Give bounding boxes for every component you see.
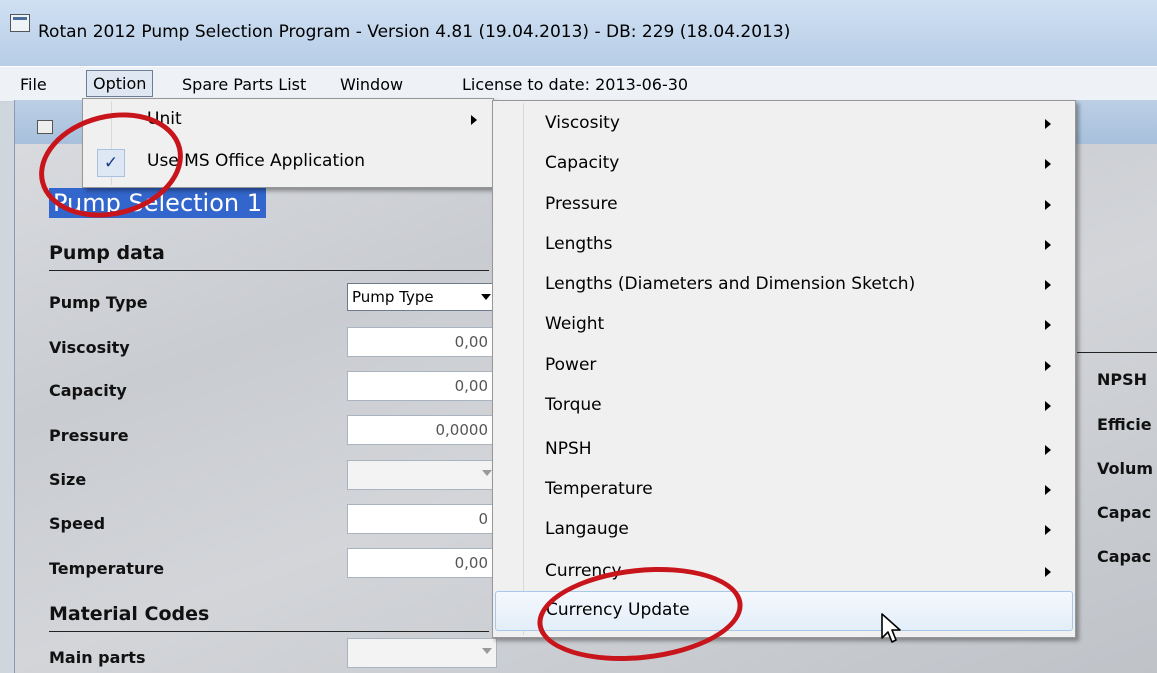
submenu-item-lengths-diameters[interactable]: Lengths (Diameters and Dimension Sketch) <box>495 266 1073 306</box>
submenu-arrow-icon <box>1045 525 1051 535</box>
submenu-arrow-icon <box>1045 240 1051 250</box>
submenu-arrow-icon <box>471 115 477 125</box>
submenu-item-label: Lengths (Diameters and Dimension Sketch) <box>545 274 916 294</box>
submenu-arrow-icon <box>1045 280 1051 290</box>
pump-data-divider <box>49 270 489 271</box>
submenu-item-torque[interactable]: Torque <box>495 387 1073 427</box>
submenu-item-label: Weight <box>545 314 605 334</box>
label-temperature: Temperature <box>49 559 165 578</box>
submenu-item-label: Viscosity <box>545 113 620 133</box>
submenu-arrow-icon <box>1045 361 1051 371</box>
submenu-item-label: Power <box>545 355 597 375</box>
menu-file[interactable]: File <box>14 72 53 97</box>
submenu-arrow-icon <box>1045 200 1051 210</box>
chevron-down-icon <box>481 294 491 300</box>
right-panel-divider <box>1077 352 1157 353</box>
pump-data-header: Pump data <box>49 242 165 264</box>
pump-type-select[interactable]: Pump Type <box>347 283 497 311</box>
chevron-down-icon <box>482 470 492 476</box>
submenu-item-npsh[interactable]: NPSH <box>495 431 1073 471</box>
submenu-arrow-icon <box>1045 445 1051 455</box>
menu-option[interactable]: Option <box>86 70 154 97</box>
submenu-item-label: Temperature <box>545 479 653 499</box>
submenu-item-weight[interactable]: Weight <box>495 306 1073 346</box>
submenu-item-label: Lengths <box>545 234 613 254</box>
submenu-item-label: NPSH <box>545 439 592 459</box>
submenu-item-label: Pressure <box>545 194 618 214</box>
label-efficiency: Efficie <box>1097 415 1152 434</box>
label-pressure: Pressure <box>49 426 129 445</box>
label-npsh: NPSH <box>1097 370 1148 389</box>
size-select[interactable] <box>347 460 497 490</box>
submenu-item-label: Torque <box>545 395 602 415</box>
menu-window[interactable]: Window <box>334 72 409 97</box>
material-codes-header: Material Codes <box>49 603 210 625</box>
main-parts-select[interactable] <box>347 638 497 668</box>
submenu-arrow-icon <box>1045 401 1051 411</box>
label-main-parts: Main parts <box>49 648 146 667</box>
submenu-arrow-icon <box>1045 485 1051 495</box>
label-viscosity: Viscosity <box>49 338 130 357</box>
submenu-item-capacity[interactable]: Capacity <box>495 145 1073 185</box>
submenu-arrow-icon <box>1045 320 1051 330</box>
child-window-icon <box>37 120 53 134</box>
speed-field[interactable]: 0 <box>347 504 497 534</box>
submenu-arrow-icon <box>1045 119 1051 129</box>
temperature-field[interactable]: 0,00 <box>347 548 497 578</box>
pressure-field[interactable]: 0,0000 <box>347 415 497 445</box>
submenu-item-power[interactable]: Power <box>495 347 1073 387</box>
label-capacity-right-1: Capac <box>1097 503 1152 522</box>
app-icon <box>10 14 30 32</box>
title-bar: Rotan 2012 Pump Selection Program - Vers… <box>0 0 1157 67</box>
material-divider <box>49 631 489 632</box>
submenu-item-label: Langauge <box>545 519 629 539</box>
chevron-down-icon <box>482 648 492 654</box>
viscosity-field[interactable]: 0,00 <box>347 327 497 357</box>
submenu-item-temperature[interactable]: Temperature <box>495 471 1073 511</box>
submenu-item-viscosity[interactable]: Viscosity <box>495 105 1073 145</box>
label-volume: Volum <box>1097 459 1154 478</box>
submenu-item-label: Capacity <box>545 153 620 173</box>
label-speed: Speed <box>49 514 106 533</box>
menu-bar: File Option Spare Parts List Window Lice… <box>0 66 1157 102</box>
license-info: License to date: 2013-06-30 <box>462 75 689 94</box>
submenu-item-language[interactable]: Langauge <box>495 511 1073 551</box>
label-pump-type: Pump Type <box>49 293 148 312</box>
pump-type-value: Pump Type <box>352 288 434 306</box>
submenu-item-lengths[interactable]: Lengths <box>495 226 1073 266</box>
submenu-arrow-icon <box>1045 567 1051 577</box>
submenu-arrow-icon <box>1045 159 1051 169</box>
window-title: Rotan 2012 Pump Selection Program - Vers… <box>38 22 791 42</box>
submenu-item-pressure[interactable]: Pressure <box>495 186 1073 226</box>
label-size: Size <box>49 470 87 489</box>
label-capacity-right-2: Capac <box>1097 547 1152 566</box>
capacity-field[interactable]: 0,00 <box>347 371 497 401</box>
label-capacity: Capacity <box>49 381 127 400</box>
mouse-cursor-icon <box>881 613 901 643</box>
unit-submenu: Viscosity Capacity Pressure Lengths Leng… <box>492 100 1076 638</box>
menu-spare-parts[interactable]: Spare Parts List <box>176 72 312 97</box>
